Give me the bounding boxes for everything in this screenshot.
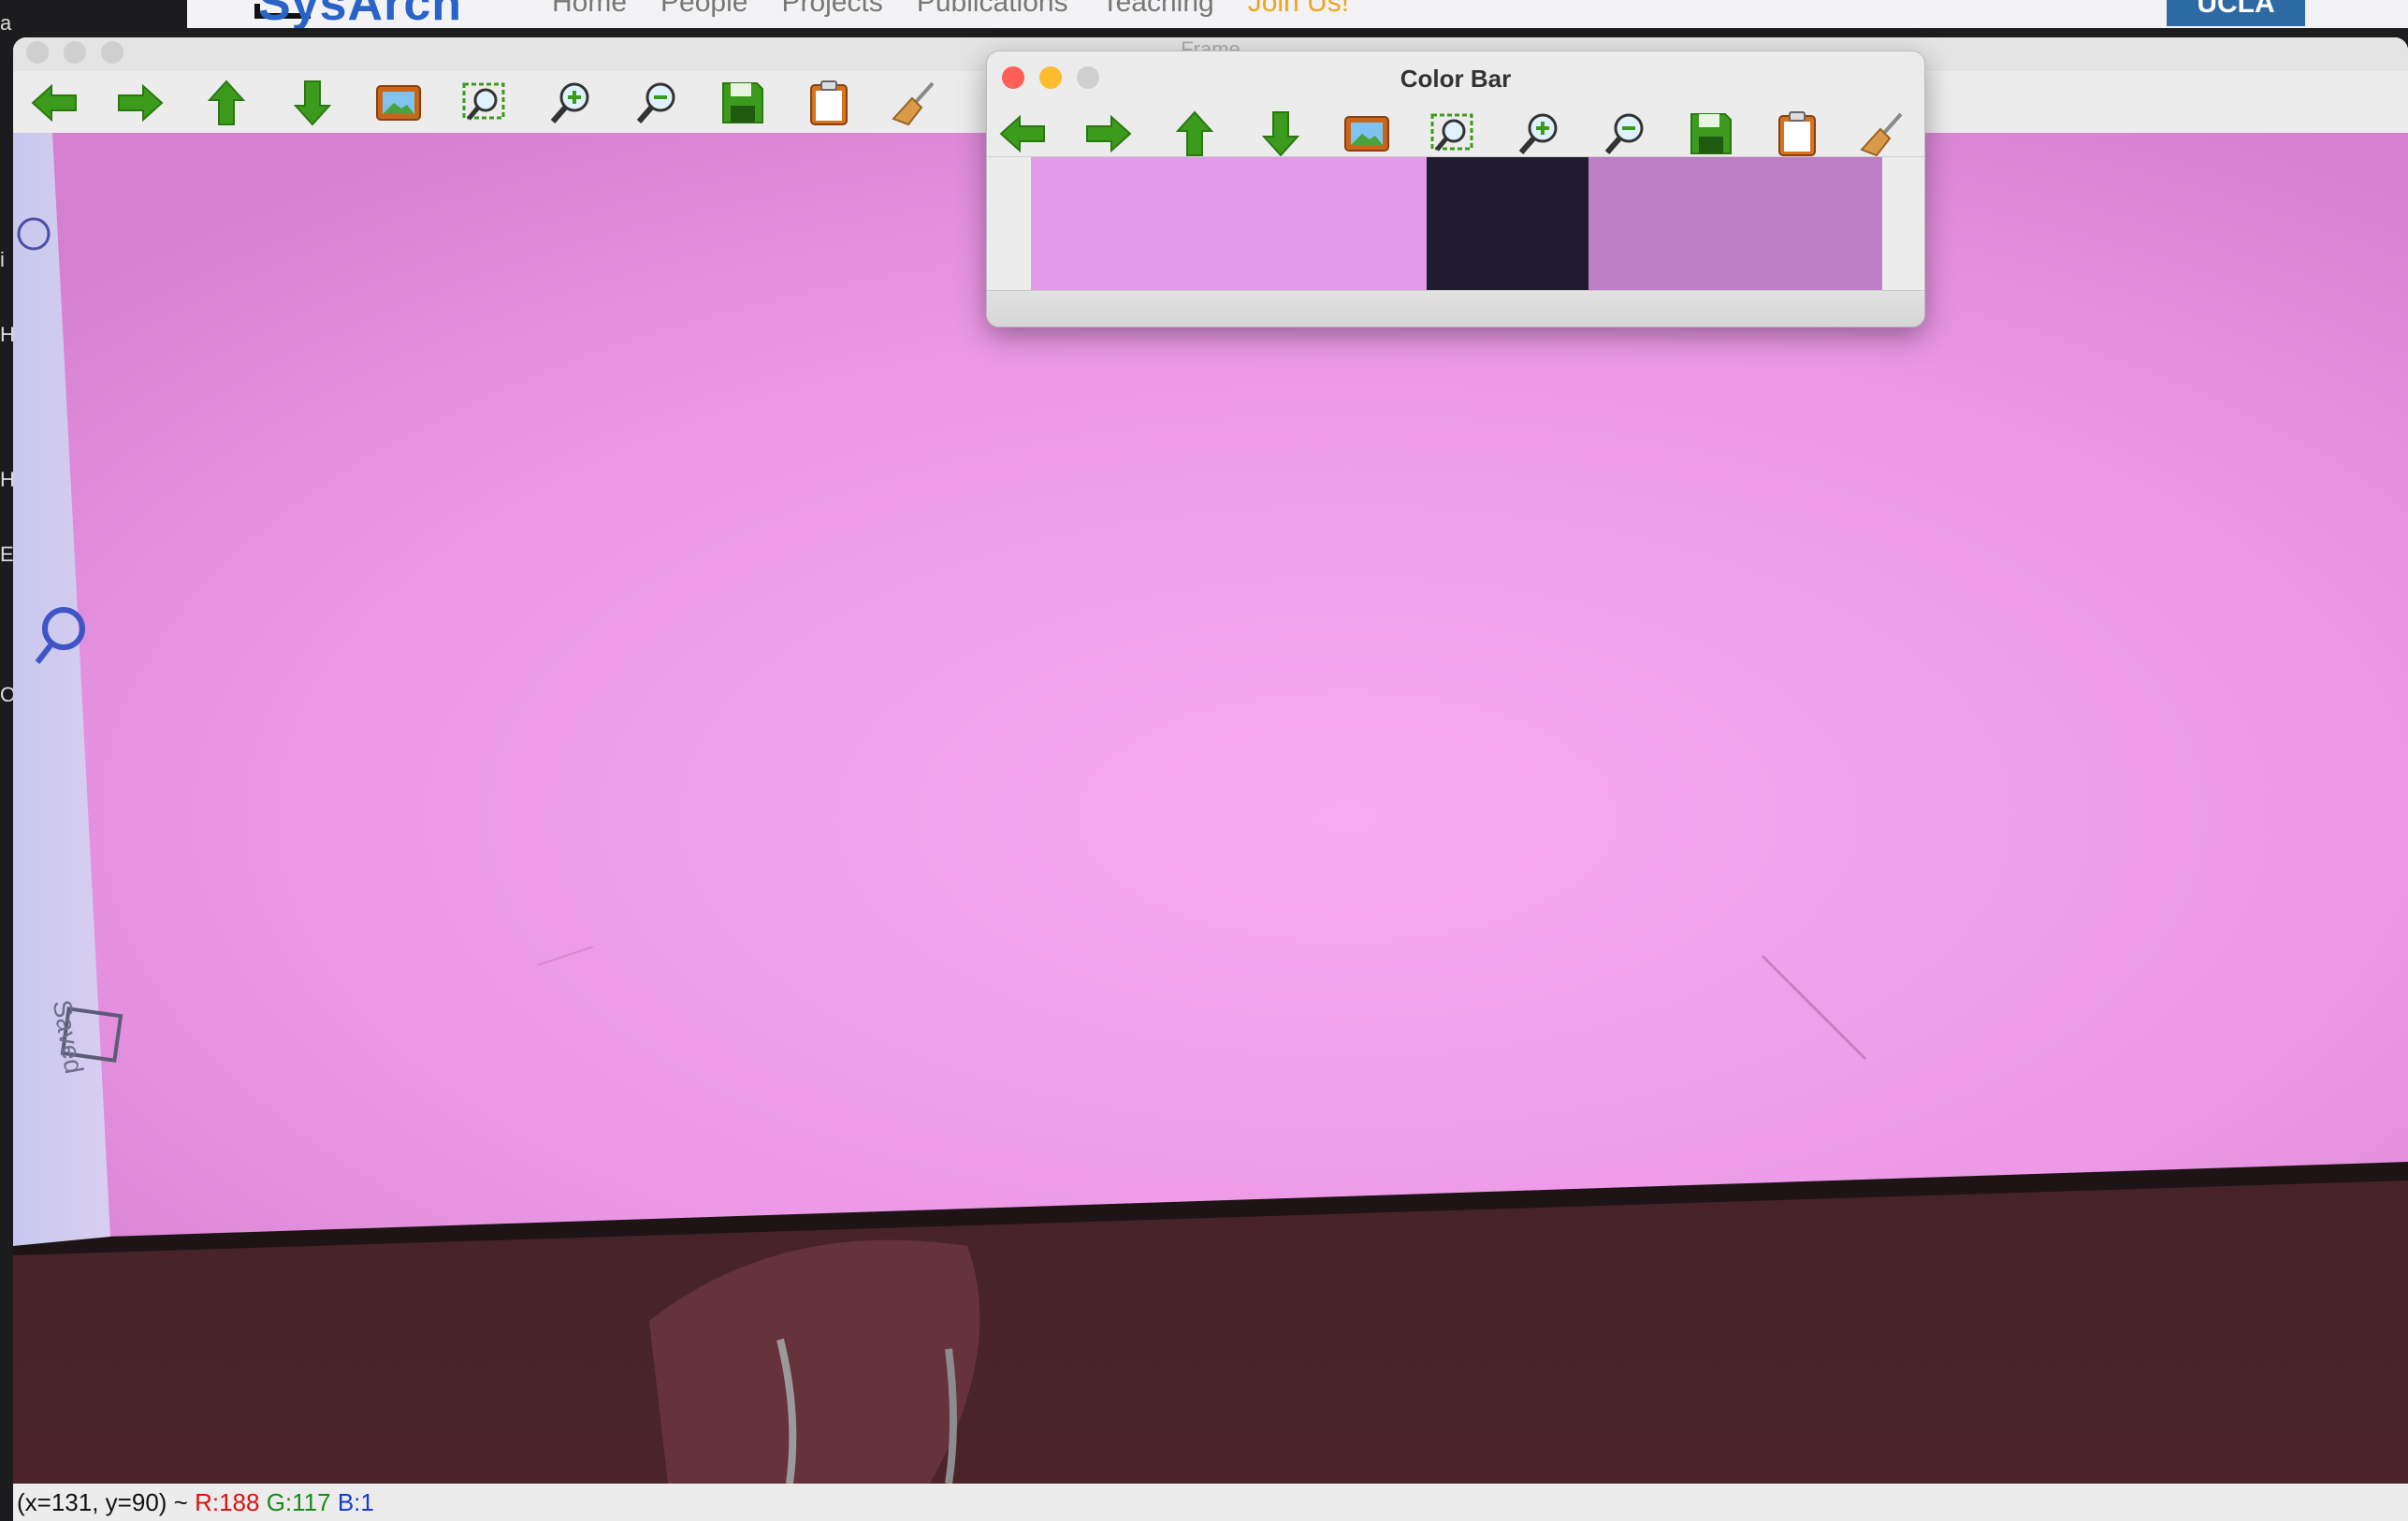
color-bar-arrow-up-button[interactable] bbox=[1168, 108, 1221, 160]
broom-icon bbox=[892, 81, 935, 126]
color-bar-arrow-left-button[interactable] bbox=[996, 108, 1049, 160]
color-bar-arrow-right-button[interactable] bbox=[1082, 108, 1135, 160]
color-swatch-2 bbox=[1427, 157, 1588, 290]
site-nav-join[interactable]: Join Us! bbox=[1248, 0, 1349, 19]
site-nav-people[interactable]: People bbox=[660, 0, 747, 19]
save-icon bbox=[722, 82, 763, 123]
frame-arrow-down-button[interactable] bbox=[286, 77, 339, 129]
camera-frame-image[interactable]: Saved bbox=[13, 133, 2408, 1484]
color-bar-clipboard-button[interactable] bbox=[1771, 108, 1823, 160]
broom-icon bbox=[1860, 112, 1903, 157]
zoom-in-icon bbox=[550, 82, 589, 123]
color-bar-zoom-in-button[interactable] bbox=[1513, 108, 1565, 160]
arrow-down-icon bbox=[1261, 111, 1300, 157]
frame-arrow-left-button[interactable] bbox=[28, 77, 80, 129]
status-red-value: R:188 bbox=[195, 1488, 260, 1516]
color-bar-titlebar[interactable]: Color Bar bbox=[987, 51, 1924, 100]
site-nav-projects[interactable]: Projects bbox=[781, 0, 882, 19]
frame-broom-button[interactable] bbox=[889, 77, 941, 129]
frame-zoom-in-button[interactable] bbox=[544, 77, 597, 129]
clipboard-icon bbox=[1778, 111, 1816, 156]
status-bar: (x=131, y=90) ~ R:188 G:117 B:1 bbox=[13, 1484, 2408, 1521]
zoom-fit-icon bbox=[462, 82, 505, 121]
frame-arrow-right-button[interactable] bbox=[114, 77, 167, 129]
color-bar-title: Color Bar bbox=[1400, 65, 1512, 93]
camera-photo: Saved bbox=[13, 133, 2408, 1484]
frame-save-button[interactable] bbox=[717, 77, 769, 129]
status-green-value: G:117 bbox=[266, 1488, 331, 1516]
frame-zoom-out-button[interactable] bbox=[631, 77, 683, 129]
frame-toolbar bbox=[13, 73, 941, 133]
ucla-badge[interactable]: UCLA bbox=[2167, 0, 2305, 26]
arrow-right-icon bbox=[1086, 114, 1132, 153]
color-bar-save-button[interactable] bbox=[1685, 108, 1737, 160]
status-coordinates: (x=131, y=90) ~ bbox=[17, 1488, 188, 1516]
site-nav: Home People Projects Publications Teachi… bbox=[552, 0, 1349, 19]
color-bar-window: Color Bar bbox=[986, 51, 1925, 327]
zoom-out-icon bbox=[636, 82, 675, 123]
site-logo[interactable]: SysArch bbox=[258, 0, 462, 28]
color-bar-footer bbox=[987, 291, 1924, 326]
arrow-left-icon bbox=[999, 114, 1045, 153]
color-bar-zoom-out-button[interactable] bbox=[1599, 108, 1651, 160]
background-app-strip: aiH HEO bbox=[0, 0, 16, 1521]
color-bar-zoom-fit-button[interactable] bbox=[1427, 108, 1479, 160]
color-bar-toolbar bbox=[996, 104, 1909, 164]
arrow-up-icon bbox=[1175, 110, 1214, 156]
frame-image-button[interactable] bbox=[372, 77, 425, 129]
color-bar-arrow-down-button[interactable] bbox=[1255, 108, 1307, 160]
arrow-down-icon bbox=[293, 80, 332, 126]
color-bar-broom-button[interactable] bbox=[1857, 108, 1909, 160]
frame-zoom-fit-button[interactable] bbox=[458, 77, 511, 129]
zoom-fit-icon bbox=[1430, 113, 1473, 152]
frame-arrow-up-button[interactable] bbox=[200, 77, 253, 129]
frame-clipboard-button[interactable] bbox=[803, 77, 855, 129]
color-swatch-1 bbox=[1031, 157, 1427, 290]
zoom-in-icon bbox=[1518, 113, 1558, 154]
clipboard-icon bbox=[810, 80, 848, 125]
arrow-right-icon bbox=[118, 83, 164, 123]
color-swatch-3 bbox=[1588, 157, 1882, 290]
site-nav-home[interactable]: Home bbox=[552, 0, 627, 19]
image-icon bbox=[376, 85, 421, 121]
arrow-left-icon bbox=[31, 83, 77, 123]
background-website: SysArch Home People Projects Publication… bbox=[187, 0, 2408, 28]
zoom-out-icon bbox=[1604, 113, 1644, 154]
site-nav-teaching[interactable]: Teaching bbox=[1102, 0, 1214, 19]
status-blue-value: B:1 bbox=[337, 1488, 374, 1516]
image-icon bbox=[1344, 116, 1389, 152]
save-icon bbox=[1690, 113, 1732, 154]
site-nav-publications[interactable]: Publications bbox=[917, 0, 1068, 19]
color-bar-image-button[interactable] bbox=[1341, 108, 1393, 160]
color-bar-strip bbox=[987, 156, 1924, 291]
arrow-up-icon bbox=[207, 80, 246, 125]
